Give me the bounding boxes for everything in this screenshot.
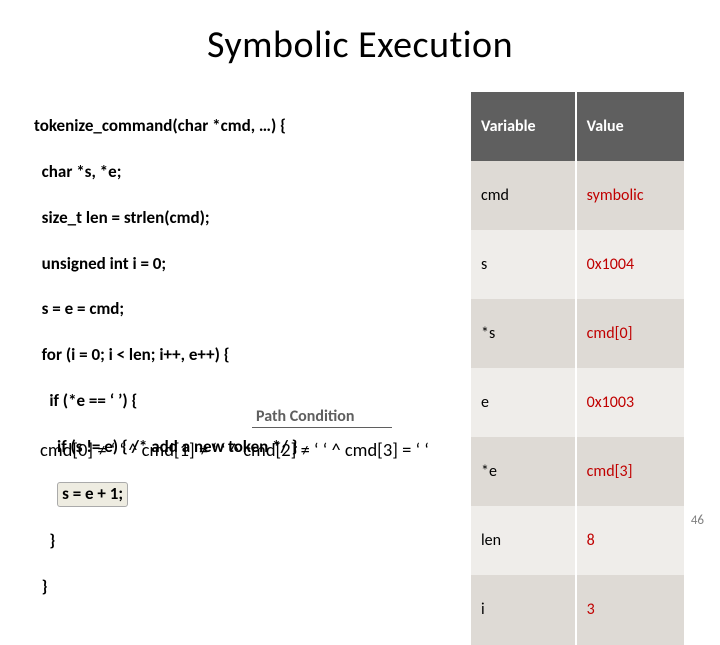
table-row: s 0x1004 [471,230,685,299]
page-number: 46 [691,513,704,528]
cell-var: *e [471,437,576,506]
content-row: tokenize_command(char *cmd, …) { char *s… [34,92,686,645]
highlighted-line: s = e + 1; [57,482,128,507]
code-line: for (i = 0; i < len; i++, e++) { [34,344,445,367]
cell-var: cmd [471,161,576,230]
header-value: Value [576,92,685,161]
variable-table: Variable Value cmd symbolic s 0x1004 *s … [471,92,686,645]
cell-val: 3 [576,575,685,644]
table-row: i 3 [471,575,685,644]
code-line: unsigned int i = 0; [34,253,445,276]
slide-title: Symbolic Execution [34,22,686,68]
code-line: s = e + 1; [34,482,445,507]
code-line: size_t len = strlen(cmd); [34,207,445,230]
code-line: char *s, *e; [34,161,445,184]
slide: Symbolic Execution tokenize_command(char… [0,0,720,540]
path-condition-text: cmd[0] ≠ ‘ ‘ ^ cmd[1] ≠ ‘ ‘ ^ cmd[2] ≠ ‘… [40,438,429,461]
table-row: *e cmd[3] [471,437,685,506]
code-block: tokenize_command(char *cmd, …) { char *s… [34,92,445,645]
table-row: *s cmd[0] [471,299,685,368]
code-line: s = e = cmd; [34,298,445,321]
cell-var: i [471,575,576,644]
cell-val: cmd[3] [576,437,685,506]
table-row: cmd symbolic [471,161,685,230]
cell-var: len [471,506,576,575]
cell-val: 0x1004 [576,230,685,299]
cell-val: cmd[0] [576,299,685,368]
cell-val: 8 [576,506,685,575]
path-condition-label: Path Condition [252,406,392,428]
cell-var: *s [471,299,576,368]
cell-val: 0x1003 [576,368,685,437]
code-line: } [34,576,445,599]
code-line: } [34,530,445,553]
table-header-row: Variable Value [471,92,685,161]
cell-var: s [471,230,576,299]
cell-var: e [471,368,576,437]
cell-val: symbolic [576,161,685,230]
table-row: len 8 [471,506,685,575]
table-row: e 0x1003 [471,368,685,437]
header-variable: Variable [471,92,576,161]
code-line: tokenize_command(char *cmd, …) { [34,115,445,138]
